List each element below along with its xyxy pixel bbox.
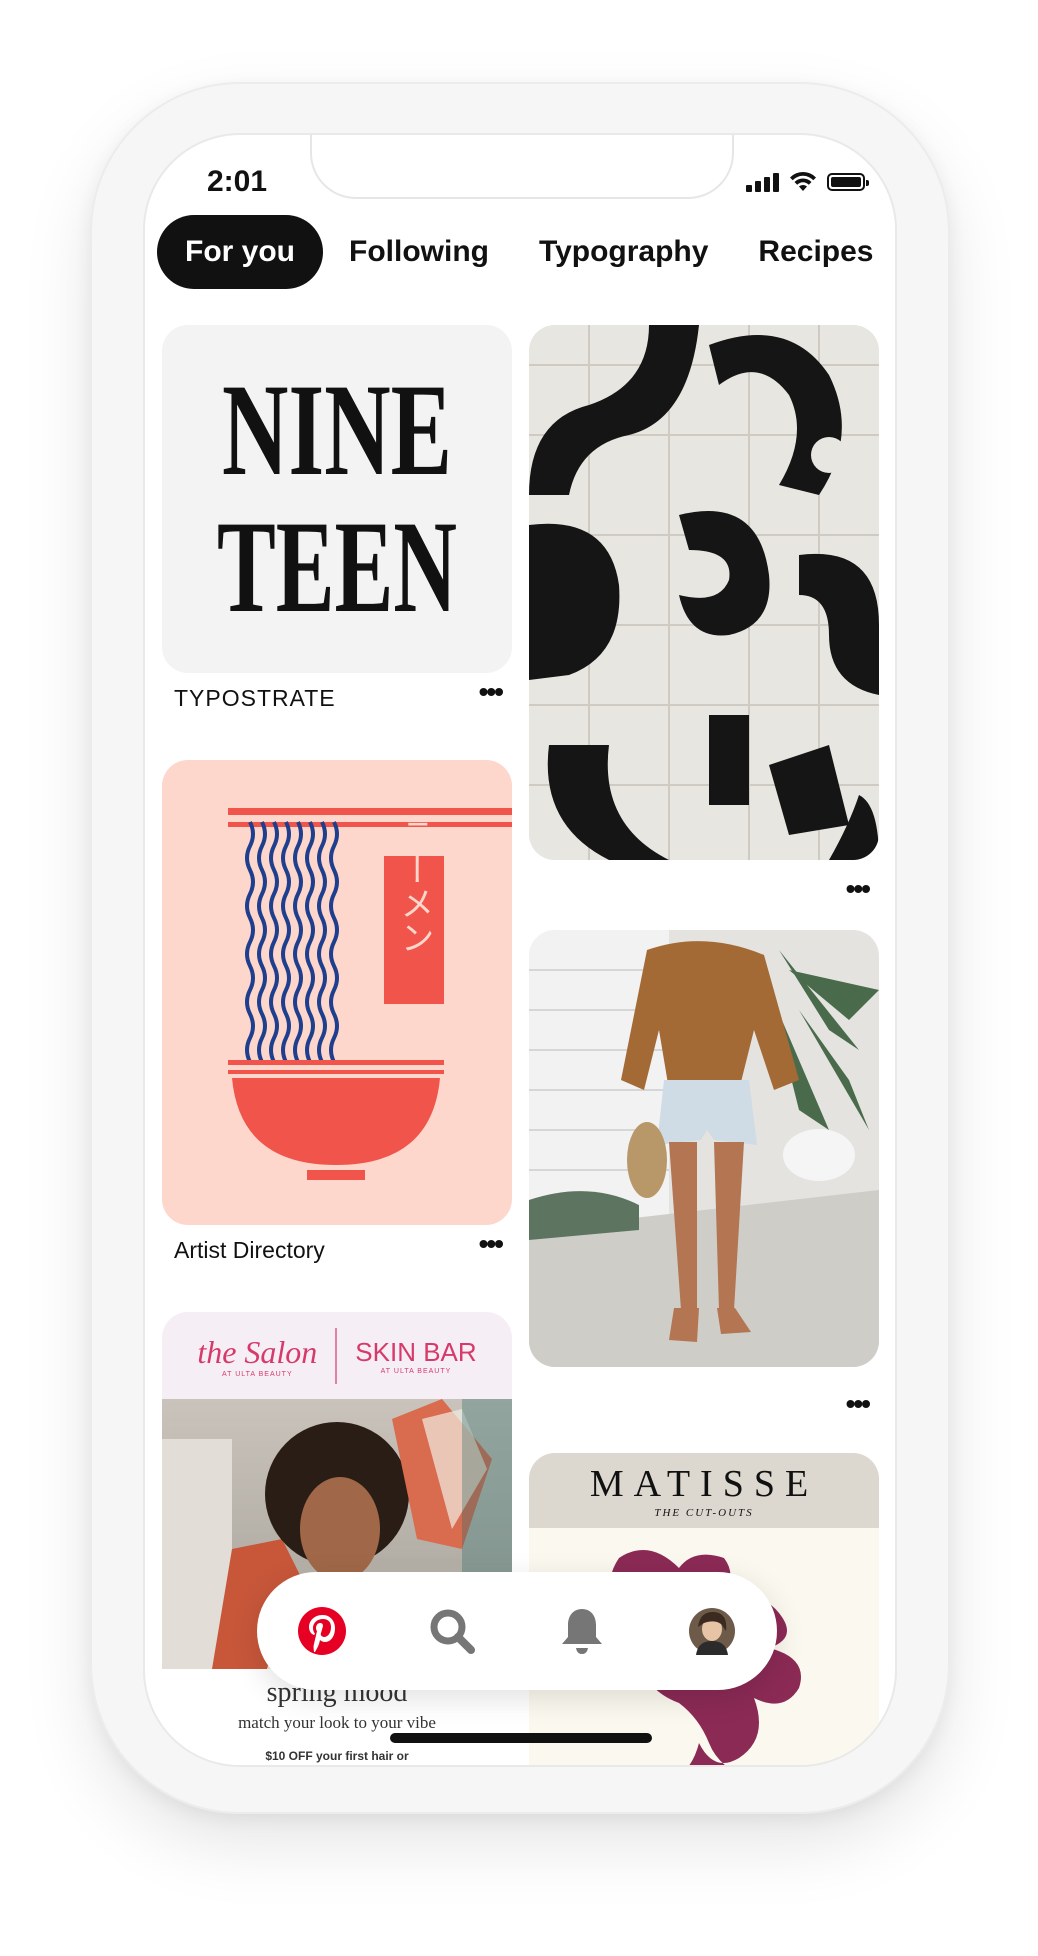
pin-image-ramen[interactable]: ラーメン bbox=[162, 760, 512, 1225]
camera-notch bbox=[310, 135, 734, 199]
pin-image-abstract-type[interactable] bbox=[529, 325, 879, 860]
pin-image-salon-ad[interactable]: the Salon AT ULTA BEAUTY SKIN BAR AT ULT… bbox=[162, 1312, 512, 1765]
pin-title[interactable]: TYPOSTRATE bbox=[174, 685, 336, 712]
wifi-icon bbox=[790, 171, 816, 191]
ramen-illustration: ラーメン bbox=[228, 808, 512, 1180]
pin-meta: ••• bbox=[529, 1367, 879, 1453]
app-screen: 2:01 For you Following Typography Recipe… bbox=[145, 135, 895, 1765]
pinterest-logo-icon bbox=[298, 1607, 346, 1655]
feed-column-left: NINE TEEN TYPOSTRATE ••• ラーメン Artist Dir… bbox=[162, 325, 512, 1765]
ad-tagline: match your look to your vibe bbox=[238, 1713, 436, 1732]
profile-button[interactable] bbox=[680, 1599, 744, 1663]
avatar bbox=[689, 1608, 735, 1655]
more-options-icon[interactable]: ••• bbox=[479, 678, 504, 718]
feed-column-right: ••• ••• MATISSE THE CUT-OUTS bbox=[529, 325, 879, 1765]
home-button[interactable] bbox=[290, 1599, 354, 1663]
svg-text:NINE: NINE bbox=[222, 356, 452, 503]
poster-subtitle: THE CUT-OUTS bbox=[654, 1507, 754, 1519]
pin-image-nineteen[interactable]: NINE TEEN bbox=[162, 325, 512, 673]
tab-typography[interactable]: Typography bbox=[515, 215, 732, 289]
notifications-button[interactable] bbox=[550, 1599, 614, 1663]
tab-for-you[interactable]: For you bbox=[157, 215, 323, 289]
svg-text:TEEN: TEEN bbox=[217, 493, 457, 640]
tab-following[interactable]: Following bbox=[325, 215, 513, 289]
tab-recipes[interactable]: Recipes bbox=[734, 215, 895, 289]
status-icons bbox=[746, 171, 869, 193]
nineteen-typography-art: NINE TEEN bbox=[217, 356, 457, 640]
more-options-icon[interactable]: ••• bbox=[846, 875, 871, 915]
skinbar-logo: SKIN BAR AT ULTA BEAUTY bbox=[355, 1336, 477, 1375]
battery-icon bbox=[827, 173, 869, 191]
ad-offer: $10 OFF your first hair or bbox=[265, 1749, 409, 1763]
pin-meta: TYPOSTRATE ••• bbox=[162, 673, 512, 723]
abstract-letterform-art bbox=[529, 325, 879, 860]
pin-meta: ••• bbox=[529, 860, 879, 930]
bell-icon bbox=[562, 1609, 602, 1654]
search-button[interactable] bbox=[420, 1599, 484, 1663]
more-options-icon[interactable]: ••• bbox=[846, 1390, 871, 1430]
cellular-signal-icon bbox=[746, 172, 779, 192]
fashion-photo-illustration bbox=[529, 930, 879, 1367]
salon-ad-header: the Salon AT ULTA BEAUTY SKIN BAR AT ULT… bbox=[162, 1312, 512, 1399]
pin-title[interactable]: Artist Directory bbox=[174, 1237, 325, 1264]
feed-tabs: For you Following Typography Recipes bbox=[157, 215, 895, 289]
status-time: 2:01 bbox=[207, 165, 268, 198]
poster-title: MATISSE bbox=[589, 1463, 819, 1505]
search-icon bbox=[430, 1609, 475, 1654]
salon-logo: the Salon AT ULTA BEAUTY bbox=[197, 1333, 318, 1378]
bottom-navigation bbox=[257, 1572, 777, 1690]
home-indicator[interactable] bbox=[390, 1733, 652, 1743]
svg-text:ラーメン: ラーメン bbox=[394, 818, 434, 954]
matisse-poster-header: MATISSE THE CUT-OUTS bbox=[529, 1453, 879, 1528]
more-options-icon[interactable]: ••• bbox=[479, 1230, 504, 1270]
pin-image-fashion[interactable] bbox=[529, 930, 879, 1367]
pin-meta: Artist Directory ••• bbox=[162, 1225, 512, 1275]
